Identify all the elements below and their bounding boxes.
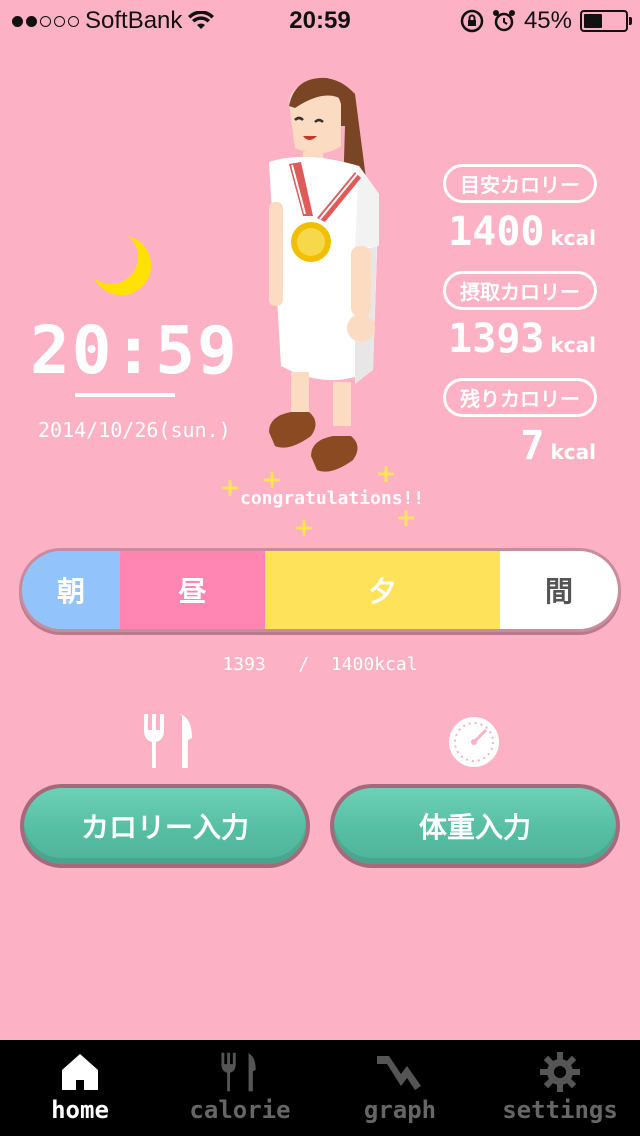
tab-calorie-label: calorie	[189, 1096, 291, 1124]
tab-settings-label: settings	[502, 1096, 618, 1124]
congrats-text: congratulations!!	[240, 488, 425, 509]
rotation-lock-icon	[460, 9, 484, 33]
battery-percent: 45%	[523, 7, 572, 34]
progress-current: 1393	[222, 654, 266, 675]
status-right: 45%	[460, 7, 632, 35]
tab-graph[interactable]: graph	[320, 1040, 480, 1136]
clock-underline	[75, 393, 175, 397]
target-calorie-value: 1400	[448, 209, 545, 255]
battery-icon	[580, 10, 632, 32]
status-bar: SoftBank 20:59 45%	[0, 0, 640, 40]
house-icon	[62, 1054, 98, 1090]
progress-separator: /	[298, 654, 310, 675]
tab-bar: home calorie graph settings	[0, 1040, 640, 1136]
intake-calorie-block: 摂取カロリー 1393 kcal	[430, 271, 610, 372]
intake-calorie-unit: kcal	[550, 333, 596, 357]
intake-calorie-label: 摂取カロリー	[443, 271, 597, 310]
meal-segment-dinner[interactable]: 夕	[265, 551, 500, 629]
meal-segment-snack[interactable]: 間	[500, 551, 618, 629]
meal-segment-lunch[interactable]: 昼	[120, 551, 265, 629]
meal-segment-breakfast[interactable]: 朝	[22, 551, 120, 629]
tab-home-label: home	[51, 1096, 109, 1124]
remaining-calorie-value: 7	[520, 423, 545, 469]
weight-input-button[interactable]: 体重入力	[334, 788, 616, 864]
meal-breakdown-bar: 朝 昼 夕 間	[22, 551, 618, 629]
progress-total: 1400kcal	[330, 654, 418, 675]
clock-time: 20:59	[30, 312, 239, 389]
target-calorie-block: 目安カロリー 1400 kcal	[430, 164, 610, 265]
target-calorie-label: 目安カロリー	[443, 164, 597, 203]
tab-settings[interactable]: settings	[480, 1040, 640, 1136]
calorie-input-button[interactable]: カロリー入力	[24, 788, 306, 864]
tab-home[interactable]: home	[0, 1040, 160, 1136]
intake-calorie-value: 1393	[448, 316, 545, 362]
tab-graph-label: graph	[363, 1096, 437, 1124]
remaining-calorie-block: 残りカロリー 7 kcal	[430, 378, 610, 479]
clock: 20:59	[30, 312, 239, 397]
remaining-calorie-unit: kcal	[550, 440, 596, 464]
clock-date: 2014/10/26(sun.)	[38, 418, 231, 442]
moon-icon	[94, 236, 152, 296]
girl-with-medal-illustration	[269, 77, 379, 472]
calorie-progress: 1393 / 1400kcal	[0, 654, 640, 675]
graph-icon	[377, 1056, 421, 1090]
gear-icon	[540, 1052, 580, 1092]
calorie-summary: 目安カロリー 1400 kcal 摂取カロリー 1393 kcal 残りカロリー 7…	[430, 164, 610, 485]
remaining-calorie-label: 残りカロリー	[443, 378, 597, 417]
fork-knife-icon	[144, 714, 192, 768]
tab-calorie[interactable]: calorie	[160, 1040, 320, 1136]
fork-knife-tab-icon	[221, 1052, 256, 1092]
target-calorie-unit: kcal	[550, 226, 596, 250]
scale-gauge-icon	[449, 717, 499, 767]
alarm-icon	[492, 10, 515, 32]
